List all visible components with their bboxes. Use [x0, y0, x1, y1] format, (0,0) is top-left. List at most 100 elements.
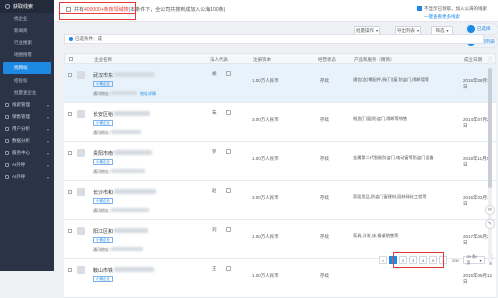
col-date: 成立日期 — [464, 57, 482, 62]
redacted-text — [111, 208, 149, 212]
company-logo — [77, 266, 85, 274]
table-row[interactable]: 长安区稻 小微企业 通讯地址： 朱 3.00万人民币 存续 制造(门窗)防盗门,… — [64, 103, 496, 142]
profile-icon[interactable] — [226, 188, 231, 193]
hide-claimed-checkbox[interactable] — [417, 6, 422, 11]
col-scope: 产品和服务（精简） — [354, 57, 395, 62]
col-status: 经营状态 — [318, 57, 336, 62]
profile-icon[interactable] — [226, 149, 231, 154]
company-name[interactable]: 武汉市东 — [93, 72, 113, 79]
profile-icon[interactable] — [226, 110, 231, 115]
profile-icon[interactable] — [226, 71, 231, 76]
company-badge: 小微企业 — [93, 120, 113, 126]
col-rep: 法人代表 — [210, 57, 228, 62]
sidebar-item-find-website[interactable]: 找网站 — [3, 62, 51, 74]
company-badge: 小微企业 — [93, 276, 113, 282]
filter-tag[interactable]: 已选条件：成 — [75, 36, 102, 42]
address-label: 通讯地址： — [93, 91, 113, 96]
redacted-text — [111, 169, 145, 173]
chevron-down-icon: ▾ — [446, 28, 449, 33]
company-badge: 小微企业 — [93, 159, 113, 165]
sales-icon — [5, 115, 9, 119]
service-icon — [5, 151, 9, 155]
registered-capital: 1.00万人民币 — [252, 156, 279, 161]
row-checkbox[interactable] — [68, 73, 72, 77]
target-icon — [5, 4, 10, 9]
sidebar-item-batch[interactable]: 批量查企业 — [0, 87, 54, 99]
sidebar-header[interactable]: 获取线索 — [0, 0, 54, 13]
company-logo — [77, 110, 85, 118]
chevron-down-icon: ▾ — [479, 257, 482, 263]
registered-capital: 1.00万人民币 — [252, 78, 279, 83]
sidebar-item-map[interactable]: 地图搜客 — [0, 49, 54, 61]
registered-capital: 3.00万人民币 — [252, 117, 279, 122]
sidebar-item-find-company[interactable]: 找企业 — [0, 13, 54, 25]
sidebar-item-industry[interactable]: 行业搜索 — [0, 37, 54, 49]
chat-icon[interactable]: ✉ — [485, 205, 495, 215]
filter-icon — [69, 37, 73, 41]
sidebar-item-bidding[interactable]: 招投标 — [0, 75, 54, 87]
table-row[interactable]: 长沙市和 小微企业 通讯地址： 赵 3.00万人民币 存续 家居用品,防盗门窗建… — [64, 181, 496, 220]
company-logo — [77, 71, 85, 79]
highlight-box — [59, 2, 136, 14]
sidebar-group-sales[interactable]: 销售管理 ▾ — [0, 111, 54, 123]
redacted-text — [114, 267, 154, 272]
legal-rep: 胡 — [212, 71, 217, 76]
chevron-down-icon: ▾ — [46, 102, 49, 108]
sidebar-group-ai-call-2[interactable]: AI外呼 ▾ — [0, 171, 54, 183]
address-label: 通讯地址： — [93, 208, 113, 213]
selected-float-button[interactable]: 已选择 — [466, 24, 498, 34]
company-badge: 小微企业 — [93, 198, 113, 204]
highlight-box — [393, 252, 444, 268]
col-capital: 注册资本 — [253, 57, 271, 62]
registered-capital: 1.00万人民币 — [252, 234, 279, 239]
total-count: 200 — [452, 257, 459, 263]
registered-capital: 1.00万人民币 — [252, 273, 279, 278]
company-logo — [77, 188, 85, 196]
scrollbar[interactable] — [488, 56, 492, 262]
sidebar-item-news[interactable]: 新闻商 — [0, 25, 54, 37]
profile-icon[interactable] — [226, 266, 231, 271]
company-name[interactable]: 长沙市和 — [93, 189, 113, 196]
sidebar-header-label: 获取线索 — [13, 4, 34, 10]
row-checkbox[interactable] — [68, 151, 72, 155]
company-name[interactable]: 贵阳市南 — [93, 150, 113, 157]
main-content: 共有400000+条按领域搜(本条件下，全公司共搜到成加入公海100条) 不显示… — [54, 0, 498, 298]
business-status: 存续 — [320, 195, 329, 200]
sidebar-group-service[interactable]: 服务中心 ▾ — [0, 147, 54, 159]
company-name[interactable]: 阳江区和 — [93, 228, 113, 235]
row-checkbox[interactable] — [68, 190, 72, 194]
table-row[interactable]: 武汉市东 小微企业 通讯地址： 地址详情 胡 1.00万人民币 存续 通信(含)… — [64, 64, 496, 103]
legal-rep: 朱 — [212, 110, 217, 115]
profile-icon[interactable] — [226, 227, 231, 232]
chevron-down-icon: ▾ — [46, 114, 49, 120]
scrollbar-thumb[interactable] — [488, 68, 492, 188]
sidebar-group-user-analysis[interactable]: 用户分析 ▾ — [0, 123, 54, 135]
company-badge: 小微企业 — [93, 81, 113, 87]
sidebar-group-leads[interactable]: 线索管理 ▾ — [0, 99, 54, 111]
page-size-select[interactable]: 20 条/页 ▾ — [463, 254, 485, 265]
company-name[interactable]: 长安区稻 — [93, 111, 113, 118]
address-link[interactable]: 地址详情 — [140, 91, 156, 97]
header-checkbox[interactable] — [69, 57, 73, 61]
filter-bar: 已选条件：成 — [64, 34, 484, 44]
view-more-link[interactable]: 一键查看更多线索 — [424, 14, 460, 20]
company-badge: 小微企业 — [93, 237, 113, 243]
prev-page-button[interactable]: < — [379, 256, 388, 264]
sidebar-group-data-analysis[interactable]: 数据分析 ▾ — [0, 135, 54, 147]
redacted-text — [114, 189, 156, 194]
business-scope: 金属第二代智能防盗门,电动窗等防盗门设备 — [353, 155, 434, 160]
row-checkbox[interactable] — [68, 268, 72, 272]
user-analysis-icon — [5, 127, 9, 131]
redacted-text — [114, 150, 152, 155]
feedback-icon[interactable]: ✎ — [485, 219, 495, 229]
table-row[interactable]: 贵阳市南 小微企业 通讯地址： 罗 1.00万人民币 存续 金属第二代智能防盗门… — [64, 142, 496, 181]
row-checkbox[interactable] — [68, 112, 72, 116]
row-checkbox[interactable] — [68, 229, 72, 233]
phone-icon — [5, 175, 9, 179]
sidebar-group-ai-call-1[interactable]: AI外呼 ▾ — [0, 159, 54, 171]
redacted-text — [111, 130, 141, 134]
chevron-down-icon: ▾ — [46, 126, 49, 132]
chart-icon — [5, 139, 9, 143]
address-label: 通讯地址： — [93, 247, 113, 252]
chevron-down-icon: ▾ — [46, 174, 49, 180]
